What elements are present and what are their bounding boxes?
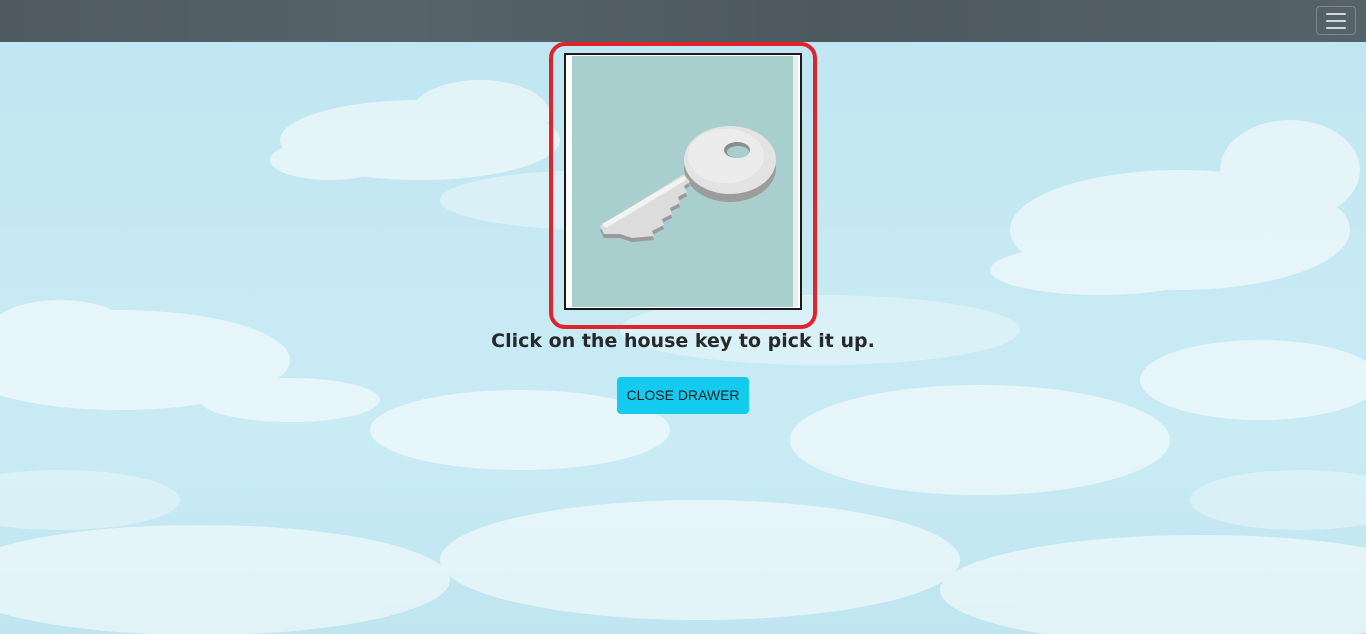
house-key-image[interactable] <box>572 56 794 307</box>
hamburger-menu-button[interactable] <box>1316 6 1356 35</box>
house-key-icon <box>600 126 776 242</box>
hamburger-menu-icon-bar <box>1326 19 1346 22</box>
hamburger-menu-icon <box>1326 12 1346 15</box>
instruction-text: Click on the house key to pick it up. <box>491 330 875 352</box>
close-drawer-button[interactable]: CLOSE DRAWER <box>617 377 749 414</box>
hamburger-menu-icon-bar <box>1326 26 1346 29</box>
scene-edge <box>793 56 798 307</box>
top-navbar <box>0 0 1366 42</box>
scene-frame <box>564 53 802 310</box>
